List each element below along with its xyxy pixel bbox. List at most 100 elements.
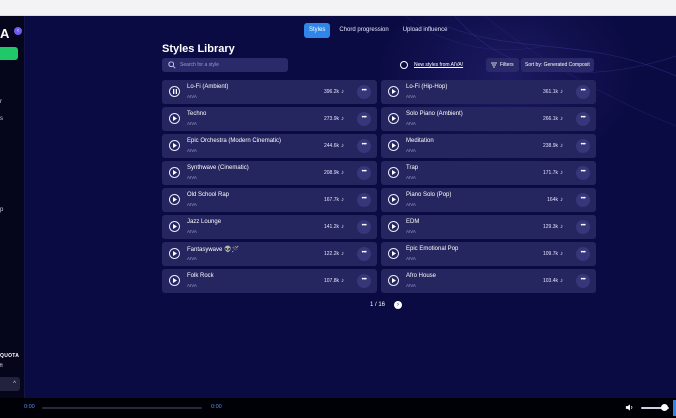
style-card[interactable]: Lo-Fi (Hip-Hop) AIVA 361.1k ♪ ••• — [381, 80, 596, 104]
play-icon[interactable] — [169, 275, 180, 286]
style-card[interactable]: Piano Solo (Pop) AIVA 164k ♪ ••• — [381, 188, 596, 212]
style-card[interactable]: Trap AIVA 171.7k ♪ ••• — [381, 161, 596, 185]
new-styles-link[interactable]: New styles from AIVA! — [414, 62, 463, 68]
play-icon[interactable] — [169, 194, 180, 205]
style-play-count: 103.4k ♪ — [543, 278, 563, 284]
sidebar-item-1[interactable]: r — [0, 99, 2, 105]
radio-icon[interactable] — [400, 61, 408, 69]
play-count-value: 273.9k — [323, 116, 339, 122]
style-author: AIVA — [406, 121, 416, 126]
style-card[interactable]: EDM AIVA 129.3k ♪ ••• — [381, 215, 596, 239]
style-play-count: 396.2k ♪ — [324, 89, 344, 95]
more-options-button[interactable]: ••• — [357, 85, 371, 99]
volume-slider-handle[interactable] — [661, 404, 669, 411]
more-options-button[interactable]: ••• — [357, 247, 371, 261]
style-card[interactable]: Jazz Lounge AIVA 141.2k ♪ ••• — [162, 215, 377, 239]
more-options-button[interactable]: ••• — [357, 166, 371, 180]
more-options-button[interactable]: ••• — [576, 139, 590, 153]
style-card[interactable]: Epic Emotional Pop AIVA 109.7k ♪ ••• — [381, 242, 596, 266]
style-play-count: 107.8k ♪ — [324, 278, 344, 284]
style-author: AIVA — [187, 175, 197, 180]
new-styles-toggle[interactable]: New styles from AIVA! — [400, 61, 463, 69]
play-icon[interactable] — [388, 275, 399, 286]
style-play-count: 171.7k ♪ — [543, 170, 563, 176]
play-icon[interactable] — [169, 140, 180, 151]
music-note-icon: ♪ — [560, 170, 563, 176]
more-options-button[interactable]: ••• — [576, 247, 590, 261]
play-count-value: 361.1k — [542, 89, 558, 95]
style-card[interactable]: Afro House AIVA 103.4k ♪ ••• — [381, 269, 596, 293]
style-card[interactable]: Old School Rap AIVA 167.7k ♪ ••• — [162, 188, 377, 212]
style-name: Old School Rap — [187, 192, 230, 198]
more-options-button[interactable]: ••• — [576, 85, 590, 99]
style-name: Solo Piano (Ambient) — [406, 111, 463, 117]
play-count-value: 129.3k — [542, 224, 558, 230]
style-name: Epic Orchestra (Modern Cinematic) — [187, 138, 282, 144]
play-icon[interactable] — [388, 113, 399, 124]
style-card[interactable]: Techno AIVA 273.9k ♪ ••• — [162, 107, 377, 131]
play-count-value: 103.4k — [542, 278, 558, 284]
search-input[interactable] — [180, 59, 284, 71]
style-card[interactable]: Lo-Fi (Ambient) AIVA 396.2k ♪ ••• — [162, 80, 377, 104]
more-options-button[interactable]: ••• — [576, 274, 590, 288]
sort-dropdown[interactable]: Sort by: Generated Composit — [521, 58, 594, 72]
volume-icon[interactable] — [625, 403, 634, 412]
music-note-icon: ♪ — [341, 224, 344, 230]
style-author: AIVA — [187, 283, 197, 288]
style-play-count: 141.2k ♪ — [324, 224, 344, 230]
tab-upload-influence[interactable]: Upload influence — [398, 23, 453, 38]
style-card[interactable]: Synthwave (Cinematic) AIVA 208.9k ♪ ••• — [162, 161, 377, 185]
style-card[interactable]: Epic Orchestra (Modern Cinematic) AIVA 244… — [162, 134, 377, 158]
pause-icon[interactable] — [169, 86, 180, 97]
more-options-button[interactable]: ••• — [357, 193, 371, 207]
style-name: Lo-Fi (Hip-Hop) — [406, 84, 448, 90]
sidebar-item-2[interactable]: s — [0, 116, 3, 122]
play-icon[interactable] — [388, 167, 399, 178]
style-card[interactable]: Meditation AIVA 238.9k ♪ ••• — [381, 134, 596, 158]
more-options-button[interactable]: ••• — [357, 274, 371, 288]
music-note-icon: ♪ — [560, 278, 563, 284]
style-play-count: 164k ♪ — [547, 197, 563, 203]
more-options-button[interactable]: ••• — [576, 193, 590, 207]
music-note-icon: ♪ — [341, 251, 344, 257]
filters-button[interactable]: Filters — [486, 58, 519, 72]
style-card[interactable]: Folk Rock AIVA 107.8k ♪ ••• — [162, 269, 377, 293]
more-options-button[interactable]: ••• — [576, 220, 590, 234]
music-note-icon: ♪ — [341, 143, 344, 149]
play-icon[interactable] — [388, 248, 399, 259]
music-note-icon: ♪ — [560, 143, 563, 149]
play-icon[interactable] — [169, 221, 180, 232]
more-options-button[interactable]: ••• — [357, 220, 371, 234]
next-page-button[interactable]: › — [394, 301, 403, 309]
style-card[interactable]: Fantasywave 👽🪄 AIVA 122.2k ♪ ••• — [162, 242, 377, 266]
play-icon[interactable] — [169, 248, 180, 259]
style-author: AIVA — [187, 148, 197, 153]
play-count-value: 396.2k — [323, 89, 339, 95]
play-icon[interactable] — [169, 113, 180, 124]
more-options-button[interactable]: ••• — [357, 139, 371, 153]
quota-expand-button[interactable]: ^ — [0, 377, 20, 391]
tab-styles[interactable]: Styles — [304, 23, 331, 38]
style-author: AIVA — [187, 121, 197, 126]
collapse-sidebar-button[interactable]: ‹ — [14, 27, 22, 35]
style-play-count: 208.9k ♪ — [324, 170, 344, 176]
style-card[interactable]: Solo Piano (Ambient) AIVA 266.1k ♪ ••• — [381, 107, 596, 131]
play-icon[interactable] — [169, 167, 180, 178]
page-indicator: 1 / 16 — [370, 302, 386, 308]
play-icon[interactable] — [388, 221, 399, 232]
more-options-button[interactable]: ••• — [357, 112, 371, 126]
play-icon[interactable] — [388, 140, 399, 151]
sidebar-item-3[interactable]: p — [0, 207, 3, 213]
player-progress-bar[interactable] — [42, 407, 202, 409]
tab-chord-progression[interactable]: Chord progression — [334, 23, 393, 38]
more-options-button[interactable]: ••• — [576, 166, 590, 180]
style-name: Fantasywave 👽🪄 — [187, 247, 239, 253]
play-icon[interactable] — [388, 86, 399, 97]
style-author: AIVA — [187, 256, 197, 261]
style-author: AIVA — [187, 202, 197, 207]
play-icon[interactable] — [388, 194, 399, 205]
style-name: Techno — [187, 111, 207, 117]
style-author: AIVA — [406, 175, 416, 180]
more-options-button[interactable]: ••• — [576, 112, 590, 126]
create-track-button[interactable] — [0, 47, 18, 60]
